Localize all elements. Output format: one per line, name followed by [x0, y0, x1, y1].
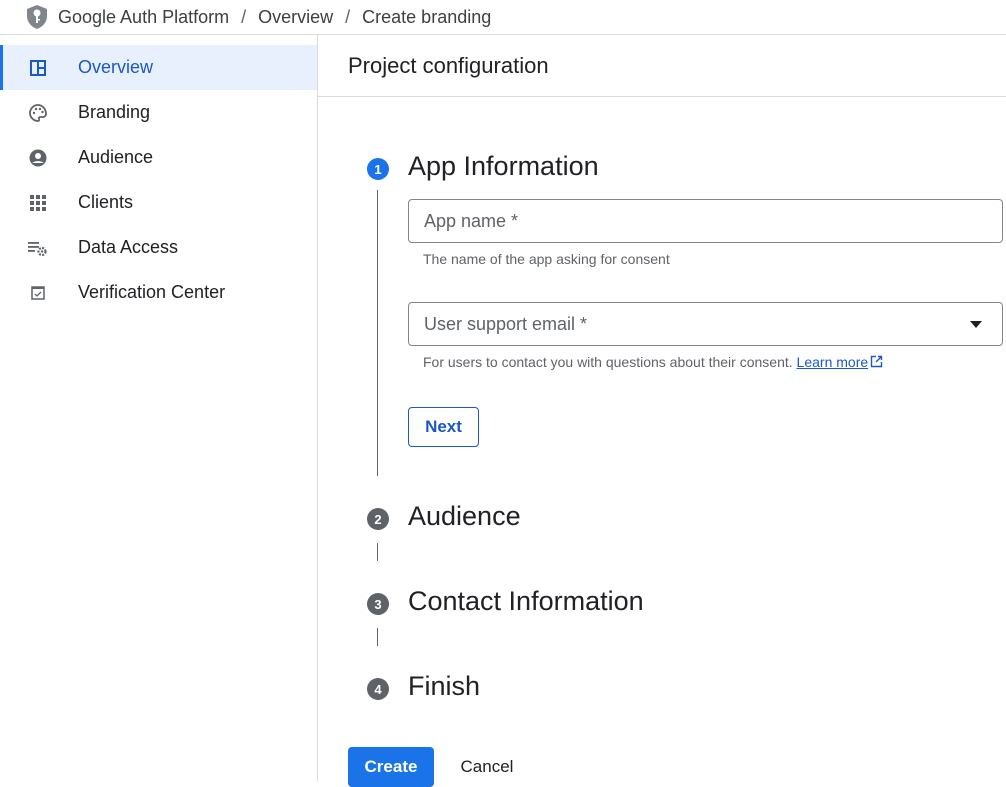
sidebar-item-label: Audience — [78, 147, 154, 167]
user-support-email-select[interactable]: User support email * — [408, 302, 1003, 346]
breadcrumb-overview[interactable]: Overview — [258, 7, 333, 28]
step-number: 4 — [367, 678, 389, 700]
step-connector — [377, 190, 378, 476]
sidebar-item-clients[interactable]: Clients — [0, 180, 317, 225]
sidebar-item-branding[interactable]: Branding — [0, 90, 317, 135]
sidebar-item-overview[interactable]: Overview — [0, 45, 317, 90]
sidebar: Overview Branding Audience Clients Data … — [0, 35, 318, 782]
learn-more-link[interactable]: Learn more — [797, 354, 869, 370]
step-title-app-information[interactable]: App Information — [408, 151, 599, 182]
sidebar-item-data-access[interactable]: Data Access — [0, 225, 317, 270]
app-name-help: The name of the app asking for consent — [423, 251, 670, 267]
step-connector — [377, 628, 378, 646]
step-number: 2 — [367, 508, 389, 530]
cancel-button[interactable]: Cancel — [446, 747, 528, 787]
dashboard-icon — [28, 58, 48, 78]
breadcrumb-separator: / — [241, 6, 247, 27]
breadcrumb: Google Auth Platform / Overview / Create… — [0, 0, 1006, 35]
data-settings-icon — [28, 238, 48, 258]
apps-grid-icon — [28, 193, 48, 213]
step-title-contact-information[interactable]: Contact Information — [408, 586, 644, 617]
breadcrumb-separator: / — [345, 6, 351, 27]
step-title-audience[interactable]: Audience — [408, 501, 521, 532]
dropdown-arrow-icon — [970, 321, 982, 328]
main-content: Project configuration 1 App Information … — [318, 35, 1006, 787]
app-name-input[interactable]: App name * — [408, 199, 1003, 243]
sidebar-item-verification-center[interactable]: Verification Center — [0, 270, 317, 315]
step-number: 3 — [367, 593, 389, 615]
external-link-icon — [870, 355, 883, 368]
step-number: 1 — [367, 158, 389, 180]
step-connector — [377, 543, 378, 561]
sidebar-item-label: Clients — [78, 192, 134, 212]
sidebar-item-label: Branding — [78, 102, 151, 122]
app-name-placeholder: App name * — [424, 210, 519, 231]
account-circle-icon — [28, 148, 48, 168]
create-button[interactable]: Create — [348, 747, 434, 787]
sidebar-item-label: Overview — [78, 57, 154, 77]
palette-icon — [28, 103, 48, 123]
sidebar-item-label: Verification Center — [78, 282, 226, 302]
breadcrumb-current: Create branding — [362, 6, 492, 27]
next-button[interactable]: Next — [408, 407, 479, 447]
email-placeholder: User support email * — [424, 313, 588, 334]
page-title: Project configuration — [318, 35, 1006, 97]
checkbox-icon — [28, 283, 48, 303]
email-help: For users to contact you with questions … — [423, 354, 883, 370]
breadcrumb-root[interactable]: Google Auth Platform — [58, 7, 229, 28]
step-title-finish[interactable]: Finish — [408, 671, 480, 702]
shield-key-icon — [27, 5, 47, 29]
sidebar-item-audience[interactable]: Audience — [0, 135, 317, 180]
email-help-text: For users to contact you with questions … — [423, 354, 793, 370]
sidebar-item-label: Data Access — [78, 237, 179, 257]
